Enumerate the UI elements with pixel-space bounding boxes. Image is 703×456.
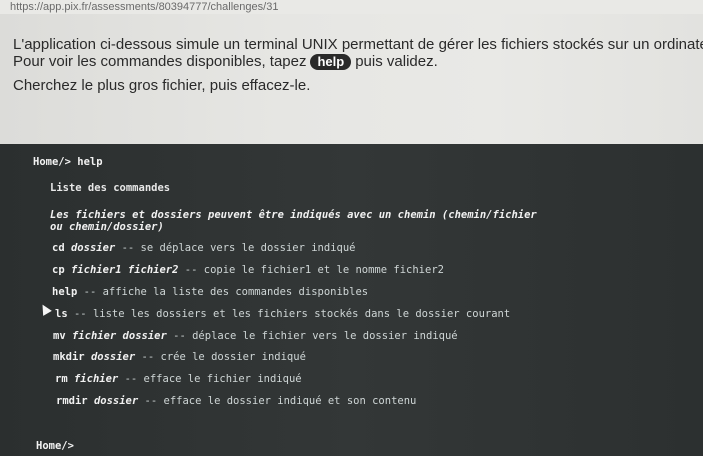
mouse-cursor-icon [38, 302, 52, 316]
terminal-paths-note-2: ou chemin/dossier) [50, 221, 164, 233]
command-description: -- efface le dossier indiqué et son cont… [144, 395, 417, 407]
command-args: fichier1 fichier2 [70, 264, 179, 276]
terminal-command-rmdir: rmdir dossier -- efface le dossier indiq… [56, 394, 416, 408]
terminal-command-ls: ls -- liste les dossiers et les fichiers… [55, 307, 510, 321]
command-description: -- déplace le fichier vers le dossier in… [173, 330, 458, 342]
instruction-line-2-after: puis validez. [355, 53, 438, 70]
unix-terminal[interactable]: Home/> help Liste des commandes Les fich… [0, 144, 703, 456]
command-args: fichier dossier [71, 330, 167, 342]
command-description: -- se déplace vers le dossier indiqué [121, 242, 356, 254]
command-name: cd [52, 242, 65, 254]
terminal-current-prompt[interactable]: Home/> [36, 439, 74, 453]
instruction-line-1: L'application ci-dessous simule un termi… [13, 36, 703, 53]
command-name: help [52, 286, 78, 298]
command-name: cp [52, 264, 65, 276]
command-args: dossier [90, 351, 136, 363]
instruction-line-2: Pour voir les commandes disponibles, tap… [13, 53, 438, 71]
instructions-panel: L'application ci-dessous simule un termi… [0, 14, 703, 144]
command-description: -- crée le dossier indiqué [141, 351, 306, 363]
instruction-line-3: Cherchez le plus gros fichier, puis effa… [13, 77, 311, 94]
terminal-header: Liste des commandes [50, 182, 171, 194]
command-name: mkdir [53, 351, 85, 363]
prompt-text: Home/> [36, 440, 74, 452]
terminal-command-cp: cp fichier1 fichier2 -- copie le fichier… [52, 263, 444, 277]
command-name: rm [55, 373, 68, 385]
command-description: -- liste les dossiers et les fichiers st… [73, 308, 511, 320]
terminal-command-rm: rm fichier -- efface le fichier indiqué [55, 372, 302, 386]
command-name: rmdir [56, 395, 88, 407]
command-description: -- affiche la liste des commandes dispon… [83, 286, 369, 298]
command-description: -- copie le fichier1 et le nomme fichier… [184, 264, 444, 276]
command-name: mv [53, 330, 66, 342]
command-args: fichier [73, 373, 119, 385]
browser-url-bar[interactable]: https://app.pix.fr/assessments/80394777/… [0, 0, 703, 14]
command-description: -- efface le fichier indiqué [124, 373, 302, 385]
instruction-line-2-before: Pour voir les commandes disponibles, tap… [13, 53, 307, 70]
terminal-command-mv: mv fichier dossier -- déplace le fichier… [53, 329, 458, 343]
terminal-command-cd: cd dossier -- se déplace vers le dossier… [52, 241, 355, 255]
command-name: ls [55, 308, 68, 320]
command-args: dossier [93, 395, 139, 407]
terminal-command-mkdir: mkdir dossier -- crée le dossier indiqué [53, 350, 306, 364]
url-text: https://app.pix.fr/assessments/80394777/… [10, 1, 279, 13]
terminal-prompt-help: Home/> help [33, 156, 103, 168]
terminal-command-help: help -- affiche la liste des commandes d… [52, 285, 368, 299]
help-keyword-badge: help [310, 54, 352, 70]
command-args: dossier [70, 242, 116, 254]
